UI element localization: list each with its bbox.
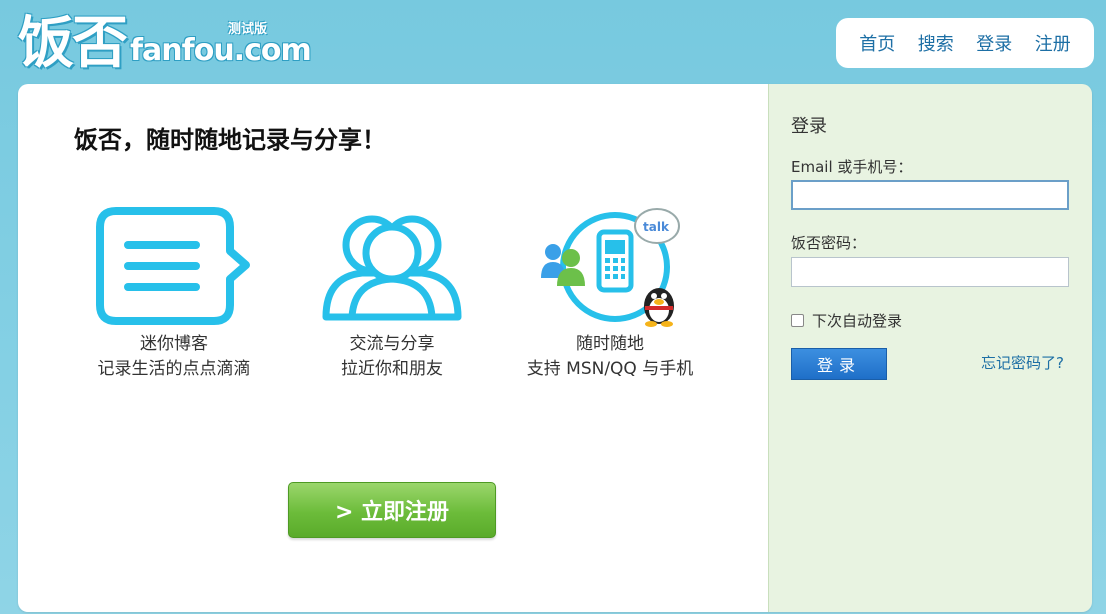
feature-title: 迷你博客 [140, 334, 208, 354]
site-logo[interactable]: 饭否 fanfou.com [18, 4, 312, 76]
password-label: 饭否密码： [791, 234, 867, 252]
feature-sharing: 交流与分享 拉近你和朋友 [282, 202, 502, 382]
messenger-phone-icon: talk [500, 202, 720, 332]
main-panel: 饭否，随时随地记录与分享！ 迷你博客 记录生活的点点滴滴 交流与分享 拉近你和朋… [18, 84, 1092, 612]
feature-title: 随时随地 [576, 334, 644, 354]
logo-chinese: 饭否 [18, 11, 128, 76]
svg-text:talk: talk [643, 220, 670, 234]
login-panel: 登录 Email 或手机号： 饭否密码： 下次自动登录 登录 忘记密码了? [768, 84, 1092, 612]
feature-microblog: 迷你博客 记录生活的点点滴滴 [64, 202, 284, 382]
nav-register-link[interactable]: 注册 [1035, 30, 1071, 56]
forgot-password-link[interactable]: 忘记密码了? [981, 352, 1064, 373]
friends-icon [282, 202, 502, 332]
top-nav: 首页 搜索 登录 注册 [836, 18, 1094, 68]
nav-login-link[interactable]: 登录 [976, 30, 1012, 56]
chat-bubble-icon [64, 202, 284, 332]
email-label: Email 或手机号： [791, 158, 913, 176]
logo-beta-badge: 测试版 [228, 22, 268, 37]
feature-desc: 拉近你和朋友 [341, 359, 443, 379]
email-field[interactable] [791, 180, 1069, 210]
register-now-button[interactable]: > 立即注册 [288, 482, 496, 538]
logo-domain: fanfou.com [130, 33, 312, 68]
feature-desc: 支持 MSN/QQ 与手机 [526, 359, 694, 379]
login-title: 登录 [791, 116, 827, 137]
feature-desc: 记录生活的点点滴滴 [97, 359, 251, 379]
login-button[interactable]: 登录 [791, 348, 887, 380]
remember-me[interactable]: 下次自动登录 [791, 310, 902, 331]
nav-search-link[interactable]: 搜索 [918, 30, 954, 56]
remember-label: 下次自动登录 [812, 312, 903, 330]
feature-title: 交流与分享 [349, 334, 435, 354]
intro-section: 饭否，随时随地记录与分享！ 迷你博客 记录生活的点点滴滴 交流与分享 拉近你和朋… [18, 84, 768, 612]
remember-checkbox[interactable] [791, 314, 804, 327]
page-headline: 饭否，随时随地记录与分享！ [74, 126, 386, 154]
nav-home-link[interactable]: 首页 [859, 30, 895, 56]
feature-anywhere: talk 随时随地 支持 MSN/QQ 与手机 [500, 202, 720, 382]
password-field[interactable] [791, 257, 1069, 287]
